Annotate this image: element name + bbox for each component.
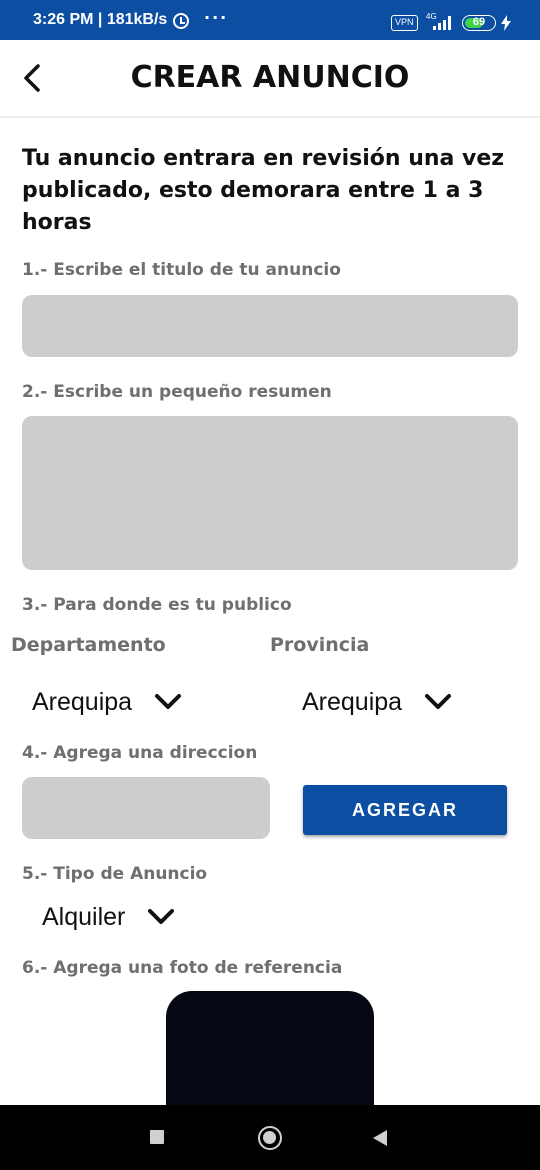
battery-icon: 69 bbox=[462, 15, 496, 31]
chevron-down-icon bbox=[425, 694, 452, 709]
app-bar: CREAR ANUNCIO bbox=[0, 40, 540, 118]
signal-icon bbox=[433, 16, 451, 30]
status-time: 3:26 PM | 181kB/s bbox=[33, 11, 168, 28]
chevron-down-icon bbox=[148, 909, 175, 924]
type-select[interactable]: Alquiler bbox=[42, 895, 175, 939]
province-value: Arequipa bbox=[302, 687, 403, 716]
intro-text: Tu anuncio entrara en revisión una vez p… bbox=[22, 146, 505, 235]
back-triangle-icon[interactable] bbox=[371, 1129, 389, 1147]
recents-icon[interactable] bbox=[150, 1130, 164, 1144]
more-icon: ··· bbox=[204, 8, 229, 27]
navigation-bar bbox=[0, 1105, 540, 1170]
province-select[interactable]: Arequipa bbox=[302, 680, 452, 724]
department-value: Arequipa bbox=[32, 687, 133, 716]
address-label: 4.- Agrega una direccion bbox=[22, 743, 258, 763]
home-icon[interactable] bbox=[258, 1126, 282, 1150]
battery-level: 69 bbox=[472, 16, 486, 28]
department-select[interactable]: Arequipa bbox=[32, 680, 182, 724]
type-label: 5.- Tipo de Anuncio bbox=[22, 864, 208, 884]
audience-label: 3.- Para donde es tu publico bbox=[22, 595, 292, 615]
type-value: Alquiler bbox=[42, 902, 126, 931]
add-button[interactable]: AGREGAR bbox=[303, 785, 507, 835]
page-title: CREAR ANUNCIO bbox=[130, 60, 410, 95]
vpn-badge: VPN bbox=[391, 15, 418, 31]
summary-label: 2.- Escribe un pequeño resumen bbox=[22, 382, 332, 402]
status-bar: 3:26 PM | 181kB/s ··· VPN 4G 69 bbox=[0, 0, 540, 40]
chevron-down-icon bbox=[155, 694, 182, 709]
summary-textarea[interactable] bbox=[22, 416, 518, 570]
department-label: Departamento bbox=[11, 634, 166, 656]
alarm-icon bbox=[173, 13, 189, 29]
photo-label: 6.- Agrega una foto de referencia bbox=[22, 958, 343, 978]
address-input[interactable] bbox=[22, 777, 270, 839]
title-input[interactable] bbox=[22, 295, 518, 357]
bolt-icon bbox=[501, 15, 511, 31]
title-label: 1.- Escribe el titulo de tu anuncio bbox=[22, 260, 341, 280]
province-label: Provincia bbox=[270, 634, 370, 656]
